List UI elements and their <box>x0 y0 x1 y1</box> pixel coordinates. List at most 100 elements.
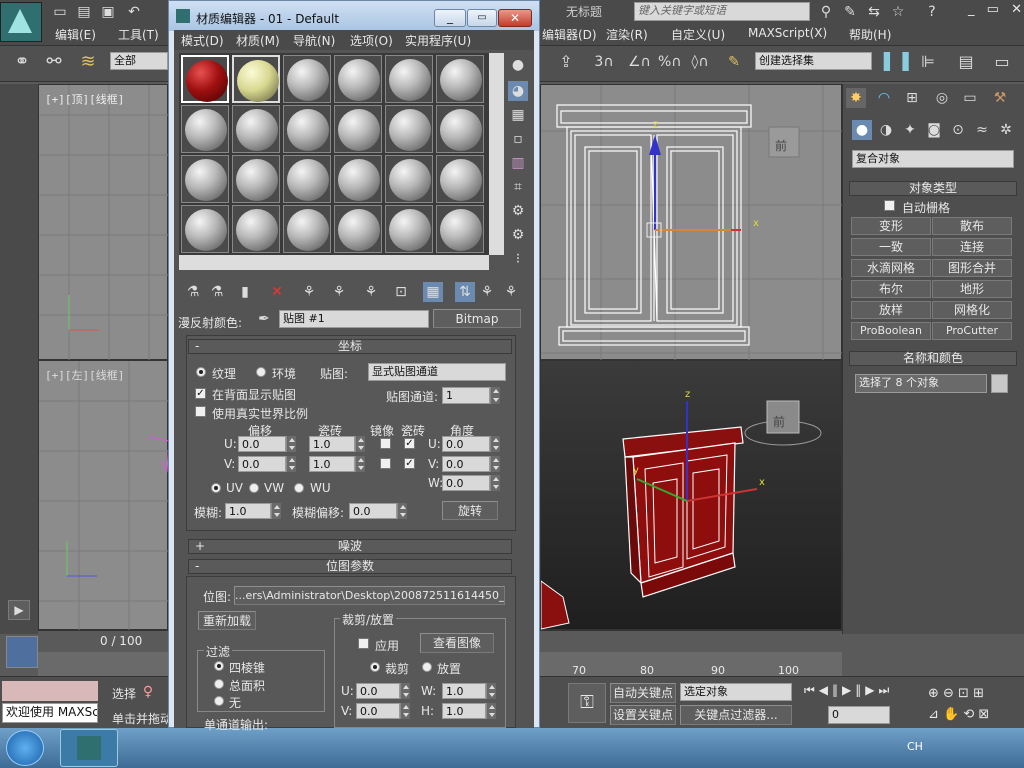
v-tiling-spinner[interactable] <box>355 456 365 472</box>
front-viewcube-label[interactable]: 前 <box>775 137 787 154</box>
mat-id-icon[interactable]: ⊡ <box>391 282 411 302</box>
put-to-scene-icon[interactable]: ⚗ <box>207 282 227 302</box>
max-logo-button[interactable] <box>0 2 42 42</box>
wu-radio[interactable] <box>294 483 304 493</box>
make-unique-icon[interactable]: ⚘ <box>329 282 349 302</box>
uv-radio[interactable] <box>211 483 221 493</box>
sample-slot-24[interactable] <box>436 205 484 253</box>
mat-menu-material[interactable]: 材质(M) <box>236 32 280 49</box>
sample-slot-8[interactable] <box>232 105 280 153</box>
v-tile-checkbox[interactable]: ✓ <box>404 458 415 469</box>
mat-minimize-button[interactable]: _ <box>434 9 466 27</box>
slots-hscroll[interactable] <box>179 255 489 270</box>
playback-controls[interactable]: ⏮◀‖▶‖▶⏭ <box>804 683 924 703</box>
exchange-icon[interactable]: ⇆ <box>864 2 884 22</box>
sample-slot-19[interactable] <box>181 205 229 253</box>
mapping-dropdown[interactable]: 显式贴图通道 <box>368 363 506 381</box>
crop-w-field[interactable]: 1.0 <box>442 683 486 699</box>
mat-options-icon[interactable]: ⚙ <box>508 201 528 221</box>
u-offset-field[interactable]: 0.0 <box>238 436 286 452</box>
view-image-button[interactable]: 查看图像 <box>420 633 494 653</box>
mat-navigator-icon[interactable]: ⁝ <box>508 249 528 269</box>
viewport-front[interactable]: x z 前 <box>540 84 843 361</box>
shapes-icon[interactable]: ◑ <box>876 120 896 140</box>
align-icon[interactable]: ⊫ <box>918 52 938 72</box>
procutter-button[interactable]: ProCutter <box>932 322 1012 340</box>
key-filters-button[interactable]: 关键点过滤器... <box>680 705 792 725</box>
render-setup-icon[interactable]: ⇪ <box>556 52 576 72</box>
sample-slot-13[interactable] <box>181 155 229 203</box>
name-color-rollout[interactable]: 名称和颜色 <box>849 351 1017 366</box>
crop-v-field[interactable]: 0.0 <box>356 703 400 719</box>
noise-rollout[interactable]: + 噪波 <box>188 539 512 554</box>
assign-material-icon[interactable]: ▮ <box>235 282 255 302</box>
apply-checkbox[interactable] <box>358 638 369 649</box>
video-color-icon[interactable]: ▥ <box>508 153 528 173</box>
map-type-button[interactable]: Bitmap <box>433 309 521 328</box>
viewport-layout-icon[interactable] <box>6 636 38 668</box>
mirror-icon[interactable]: ▌▐ <box>884 52 909 72</box>
create-tab-icon[interactable]: ✸ <box>846 88 866 108</box>
restore-icon[interactable]: ▭ <box>987 2 999 17</box>
menu-render[interactable]: 渲染(R) <box>606 26 648 43</box>
conform-button[interactable]: 一致 <box>851 238 931 256</box>
geometry-icon[interactable]: ● <box>852 120 872 140</box>
real-world-checkbox[interactable] <box>195 406 206 417</box>
go-parent-icon[interactable]: ⚘ <box>477 282 497 302</box>
hierarchy-tab-icon[interactable]: ⊞ <box>902 88 922 108</box>
menu-help[interactable]: 帮助(H) <box>849 26 891 43</box>
motion-tab-icon[interactable]: ◎ <box>932 88 952 108</box>
summed-area-radio[interactable] <box>214 679 224 689</box>
environ-radio[interactable] <box>256 367 266 377</box>
link-icon[interactable]: ⚭ <box>12 52 32 72</box>
put-library-icon[interactable]: ⚘ <box>361 282 381 302</box>
crop-u-spinner[interactable] <box>400 683 410 699</box>
sample-slot-3[interactable] <box>283 55 331 103</box>
terrain-button[interactable]: 地形 <box>932 280 1012 298</box>
expand-arrow-icon[interactable]: ▶ <box>8 600 30 620</box>
set-key-icon[interactable]: ⚿ <box>568 683 606 723</box>
modify-tab-icon[interactable]: ◠ <box>874 88 894 108</box>
mat-menu-mode[interactable]: 模式(D) <box>181 32 224 49</box>
sample-slot-16[interactable] <box>334 155 382 203</box>
menu-edit[interactable]: 编辑(E) <box>55 26 96 43</box>
map-name-field[interactable]: 贴图 #1 <box>279 310 429 328</box>
blobmesh-button[interactable]: 水滴网格 <box>851 259 931 277</box>
systems-icon[interactable]: ✲ <box>996 120 1016 140</box>
sample-slot-23[interactable] <box>385 205 433 253</box>
angle-snap-icon[interactable]: 3∩ <box>594 52 614 72</box>
uv-tiling-icon[interactable]: ▫ <box>508 129 528 149</box>
save-icon[interactable]: ▣ <box>98 2 118 22</box>
spinner-snap-icon[interactable]: ◊∩ <box>690 52 710 72</box>
graphite-icon[interactable]: ▭ <box>992 52 1012 72</box>
blur-field[interactable]: 1.0 <box>225 503 271 519</box>
undo-icon[interactable]: ↶ <box>124 2 144 22</box>
filter-none-radio[interactable] <box>214 696 224 706</box>
u-angle-spinner[interactable] <box>490 436 500 452</box>
sample-slot-21[interactable] <box>283 205 331 253</box>
slots-vscroll[interactable] <box>489 53 504 255</box>
unlink-icon[interactable]: ⚯ <box>44 52 64 72</box>
maxscript-listener[interactable] <box>2 681 98 701</box>
viewport-nav-controls[interactable]: ⊕ ⊖ ⊡ ⊞ ⊿ ✋ ⟲ ⊠ <box>928 683 1022 725</box>
crop-h-spinner[interactable] <box>486 703 496 719</box>
mesher-button[interactable]: 网格化 <box>932 301 1012 319</box>
crop-w-spinner[interactable] <box>486 683 496 699</box>
blur-spinner[interactable] <box>271 503 281 519</box>
vw-radio[interactable] <box>249 483 259 493</box>
scatter-button[interactable]: 散布 <box>932 217 1012 235</box>
sample-slot-7[interactable] <box>181 105 229 153</box>
coordinates-header[interactable]: - 坐标 <box>188 339 512 354</box>
pyramidal-radio[interactable] <box>214 661 224 671</box>
new-file-icon[interactable]: ▭ <box>50 2 70 22</box>
select-by-mat-icon[interactable]: ⚙ <box>508 225 528 245</box>
selected-object-dropdown[interactable]: 选定对象 <box>680 683 792 701</box>
mat-menu-options[interactable]: 选项(O) <box>350 32 393 49</box>
blur-offset-field[interactable]: 0.0 <box>349 503 397 519</box>
show-map-icon[interactable]: ▦ <box>423 282 443 302</box>
u-tiling-spinner[interactable] <box>355 436 365 452</box>
helpers-icon[interactable]: ⊙ <box>948 120 968 140</box>
reload-button[interactable]: 重新加载 <box>198 611 256 630</box>
u-mirror-checkbox[interactable] <box>380 438 391 449</box>
minimize-icon[interactable]: _ <box>968 2 975 17</box>
